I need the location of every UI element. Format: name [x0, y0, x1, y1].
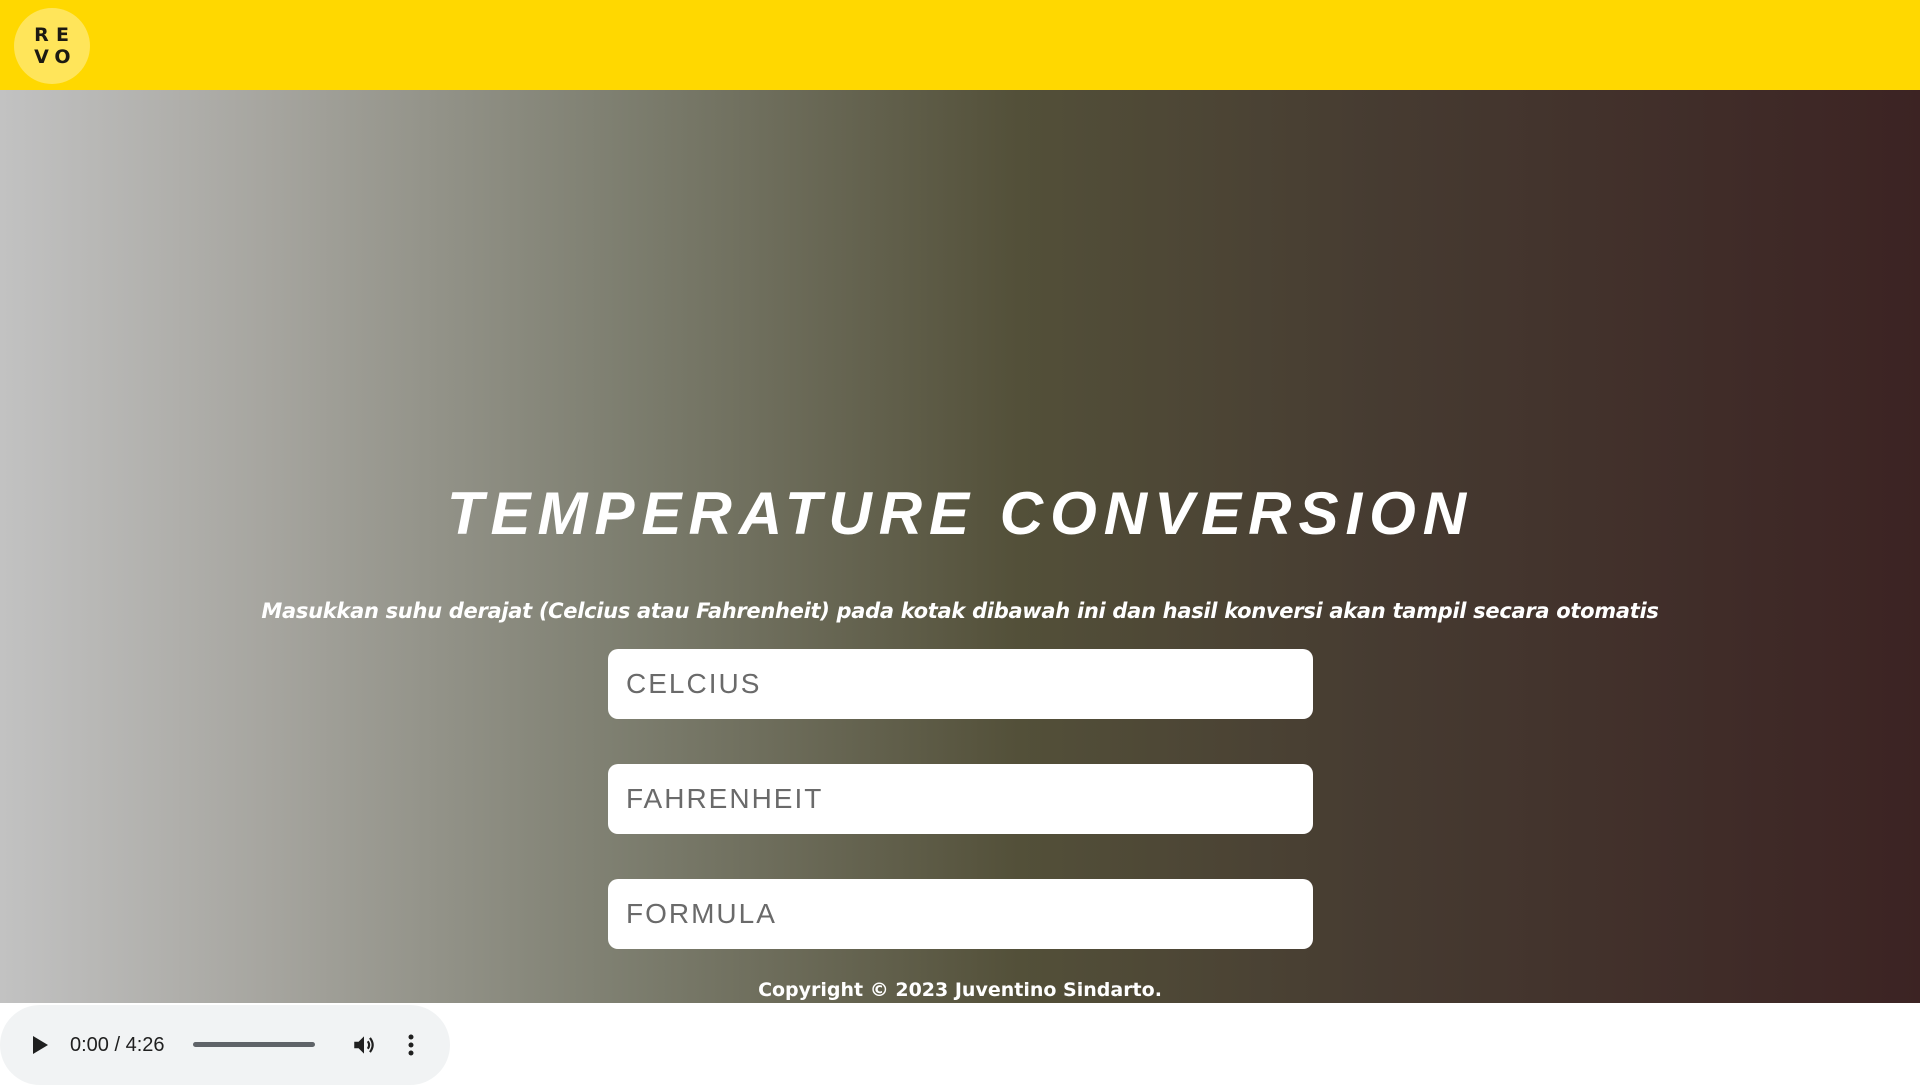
fahrenheit-input[interactable]	[608, 764, 1313, 834]
logo-letter: R	[34, 24, 49, 46]
logo-letter: O	[54, 46, 71, 68]
hero-section: TEMPERATURE CONVERSION Masukkan suhu der…	[0, 90, 1920, 1085]
volume-icon	[354, 1036, 374, 1054]
logo-letter: V	[34, 46, 49, 68]
instruction-text: Masukkan suhu derajat (Celcius atau Fahr…	[261, 599, 1659, 623]
volume-button[interactable]	[346, 1027, 382, 1063]
logo-letter: E	[56, 24, 69, 46]
play-icon	[33, 1036, 48, 1054]
top-navbar: R E V O	[0, 0, 1920, 90]
revo-logo[interactable]: R E V O	[14, 8, 90, 84]
play-button[interactable]	[24, 1029, 56, 1061]
audio-player: 0:00 / 4:26	[0, 1005, 450, 1085]
formula-input[interactable]	[608, 879, 1313, 949]
more-options-button[interactable]	[400, 1027, 422, 1063]
more-vertical-icon	[408, 1034, 414, 1056]
audio-time-display: 0:00 / 4:26	[70, 1034, 165, 1056]
audio-seek-bar[interactable]	[193, 1042, 315, 1047]
page-title: TEMPERATURE CONVERSION	[446, 480, 1474, 547]
copyright-text: Copyright © 2023 Juventino Sindarto.	[758, 979, 1162, 1001]
celcius-input[interactable]	[608, 649, 1313, 719]
